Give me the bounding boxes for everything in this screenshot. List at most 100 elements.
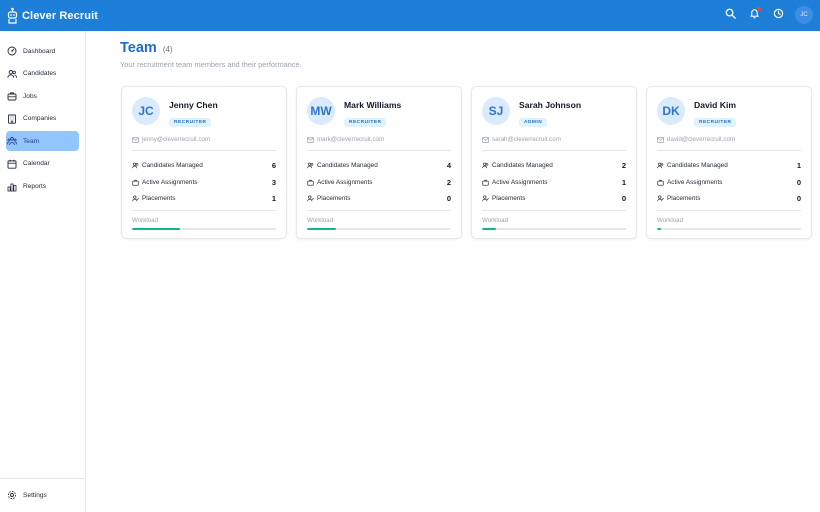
stat-label: Placements <box>142 195 176 203</box>
top-bar: Clever Recruit JC <box>0 0 820 31</box>
stat-candidates-managed: Candidates Managed 4 <box>307 157 451 174</box>
stat-value: 0 <box>796 177 801 187</box>
role-badge: ADMIN <box>519 118 548 127</box>
stat-active-assignments: Active Assignments 3 <box>132 174 276 191</box>
users-icon <box>7 69 17 79</box>
sidebar-item-calendar[interactable]: Calendar <box>6 154 79 174</box>
mail-icon <box>132 136 139 143</box>
stat-label: Candidates Managed <box>667 161 728 169</box>
member-count: (4) <box>162 45 173 54</box>
stat-placements: Placements 0 <box>482 190 626 207</box>
stat-value: 1 <box>271 194 276 204</box>
member-name: Sarah Johnson <box>519 100 582 110</box>
users-icon <box>307 162 314 169</box>
stat-placements: Placements 0 <box>657 190 801 207</box>
member-name: Mark Williams <box>344 100 402 110</box>
stat-value: 1 <box>621 177 626 187</box>
member-avatar: SJ <box>482 97 510 125</box>
stat-label: Active Assignments <box>142 178 198 186</box>
sidebar-item-label: Team <box>23 137 40 145</box>
stat-label: Placements <box>492 195 526 203</box>
sidebar-item-companies[interactable]: Companies <box>6 109 79 129</box>
member-identity: David Kim RECRUITER <box>694 97 737 128</box>
sidebar: Dashboard Candidates Jobs Companies Team <box>0 31 86 512</box>
member-stats: Candidates Managed 4 Active Assignments … <box>307 157 451 207</box>
search-button[interactable] <box>721 6 739 24</box>
calendar-icon <box>7 159 17 169</box>
sidebar-nav: Dashboard Candidates Jobs Companies Team <box>0 31 85 197</box>
briefcase-icon <box>657 179 664 186</box>
gear-icon <box>7 490 17 500</box>
role-badge: RECRUITER <box>344 118 387 127</box>
workload-label: Workload <box>132 217 159 225</box>
stat-label: Active Assignments <box>317 178 373 186</box>
divider <box>307 150 451 151</box>
sidebar-item-label: Candidates <box>23 70 57 78</box>
sidebar-item-reports[interactable]: Reports <box>6 177 79 197</box>
team-member-card-dk[interactable]: DK David Kim RECRUITER david@cleverrecru… <box>646 86 812 239</box>
stat-label: Placements <box>667 195 701 203</box>
stat-active-assignments: Active Assignments 2 <box>307 174 451 191</box>
stat-value: 4 <box>446 160 451 170</box>
stat-placements: Placements 0 <box>307 190 451 207</box>
member-header: DK David Kim RECRUITER <box>657 97 801 128</box>
briefcase-icon <box>7 91 17 101</box>
top-actions: JC <box>715 6 813 24</box>
recent-activity-button[interactable] <box>769 6 787 24</box>
divider <box>132 210 276 212</box>
user-check-icon <box>657 195 664 202</box>
email-text: david@cleverrecruit.com <box>667 136 736 143</box>
member-email: david@cleverrecruit.com <box>657 136 801 143</box>
page-header: Team (4) <box>120 40 820 56</box>
stat-label: Active Assignments <box>492 178 548 186</box>
email-text: jenny@cleverrecruit.com <box>142 136 211 143</box>
divider <box>657 150 801 151</box>
divider <box>657 210 801 212</box>
team-member-card-jc[interactable]: JC Jenny Chen RECRUITER jenny@cleverrecr… <box>121 86 287 239</box>
stat-value: 0 <box>621 194 626 204</box>
workload-bar <box>657 228 801 231</box>
member-header: JC Jenny Chen RECRUITER <box>132 97 276 128</box>
stat-candidates-managed: Candidates Managed 1 <box>657 157 801 174</box>
stat-candidates-managed: Candidates Managed 6 <box>132 157 276 174</box>
member-stats: Candidates Managed 6 Active Assignments … <box>132 157 276 207</box>
users-icon <box>482 162 489 169</box>
sidebar-item-jobs[interactable]: Jobs <box>6 86 79 106</box>
sidebar-item-label: Companies <box>23 115 57 123</box>
stat-value: 0 <box>446 194 451 204</box>
app-name: Clever Recruit <box>22 9 98 22</box>
team-member-card-mw[interactable]: MW Mark Williams RECRUITER mark@cleverre… <box>296 86 462 239</box>
stat-value: 2 <box>446 177 451 187</box>
mail-icon <box>482 136 489 143</box>
brand[interactable]: Clever Recruit <box>7 7 98 25</box>
user-check-icon <box>132 195 139 202</box>
page-subtitle: Your recruitment team members and their … <box>120 60 302 69</box>
user-check-icon <box>307 195 314 202</box>
sidebar-item-candidates[interactable]: Candidates <box>6 64 79 84</box>
stat-candidates-managed: Candidates Managed 2 <box>482 157 626 174</box>
member-header: MW Mark Williams RECRUITER <box>307 97 451 128</box>
sidebar-item-dashboard[interactable]: Dashboard <box>6 41 79 61</box>
sidebar-item-label: Reports <box>23 183 47 191</box>
member-stats: Candidates Managed 2 Active Assignments … <box>482 157 626 207</box>
user-avatar[interactable]: JC <box>795 6 813 24</box>
member-identity: Jenny Chen RECRUITER <box>169 97 218 128</box>
workload-label: Workload <box>482 217 509 225</box>
users-icon <box>132 162 139 169</box>
sidebar-item-settings[interactable]: Settings <box>6 485 79 505</box>
team-icon <box>7 136 17 146</box>
bar-chart-icon <box>7 182 17 192</box>
mail-icon <box>657 136 664 143</box>
member-identity: Mark Williams RECRUITER <box>344 97 401 128</box>
sidebar-item-team[interactable]: Team <box>6 131 79 152</box>
notifications-button[interactable] <box>745 6 763 24</box>
member-stats: Candidates Managed 1 Active Assignments … <box>657 157 801 207</box>
email-text: sarah@cleverrecruit.com <box>492 136 561 143</box>
workload-bar <box>482 228 626 231</box>
dashboard-icon <box>7 46 17 56</box>
member-identity: Sarah Johnson ADMIN <box>519 97 581 128</box>
workload-bar-fill <box>307 228 336 231</box>
stat-value: 0 <box>796 194 801 204</box>
sidebar-item-label: Jobs <box>23 92 37 100</box>
team-member-card-sj[interactable]: SJ Sarah Johnson ADMIN sarah@cleverrecru… <box>471 86 637 239</box>
